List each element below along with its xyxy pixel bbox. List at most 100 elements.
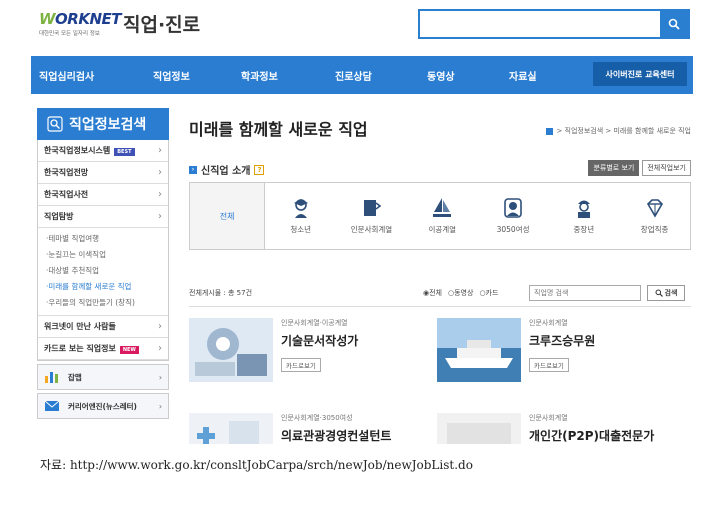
- tab-label: 창업직종: [640, 225, 669, 234]
- section-title: 신직업 소개: [201, 166, 251, 177]
- card-job-name[interactable]: 기술문서작성가: [281, 332, 358, 349]
- job-search-input[interactable]: 직업명 검색: [529, 285, 641, 301]
- category-tabs: 전체 청소년 인문사회계열 이공계열 3050여성 중장년 창업직종: [189, 182, 691, 250]
- card-view-button[interactable]: 카드로보기: [281, 358, 321, 372]
- nav-item-career-counsel[interactable]: 진로상담: [335, 68, 372, 83]
- woman-icon: [504, 198, 522, 218]
- arrow-right-icon: ›: [189, 165, 197, 174]
- all-jobs-button[interactable]: 전체직업보기: [642, 160, 691, 176]
- tab-label: 3050여성: [496, 225, 530, 234]
- tab-humanities[interactable]: 인문사회계열: [336, 183, 407, 249]
- sidebar-item-label: 한국직업정보시스템: [44, 146, 111, 155]
- sub-item-unique-jobs[interactable]: ·눈길끄는 이색직업: [46, 247, 162, 263]
- career-engine-link[interactable]: 커리어엔진(뉴스레터) ›: [37, 393, 169, 419]
- jobmap-link[interactable]: 잡맵 ›: [37, 364, 169, 390]
- card-job-name[interactable]: 개인간(P2P)대출전문가: [529, 427, 654, 444]
- sailboat-icon: [433, 198, 452, 217]
- nav-item-psych-test[interactable]: 직업심리검사: [39, 68, 94, 83]
- sidebar-sub-list: ·테마별 직업여행 ·눈길끄는 이색직업 ·대상별 추천직업 ·미래를 함께할 …: [38, 228, 168, 316]
- tab-label: 중장년: [573, 225, 595, 234]
- sidebar-item-card-job-info[interactable]: 카드로 보는 직업정보 NEW ›: [38, 338, 168, 360]
- sub-item-job-creation[interactable]: ·우리들의 직업만들기 (창직): [46, 295, 162, 311]
- logo-subtitle: 대한민국 모든 일자리 정보: [39, 31, 100, 37]
- job-search-button[interactable]: 검색: [647, 285, 685, 301]
- search-icon: [668, 18, 680, 30]
- radio-video[interactable]: ○동영상: [448, 288, 473, 298]
- book-icon: [364, 200, 382, 216]
- sidebar-item-label: 직업탐방: [44, 212, 74, 221]
- breadcrumb: > 직업정보검색 > 미래를 함께할 새로운 직업: [546, 126, 691, 136]
- sidebar-item-job-outlook[interactable]: 한국직업전망 ›: [38, 162, 168, 184]
- tab-startup[interactable]: 창업직종: [619, 183, 690, 249]
- sidebar-item-label: 한국직업전망: [44, 168, 89, 177]
- graduate-icon: [293, 199, 308, 218]
- breadcrumb-text: > 직업정보검색 > 미래를 함께할 새로운 직업: [556, 127, 691, 135]
- sidebar-item-people[interactable]: 워크넷이 만난 사람들 ›: [38, 316, 168, 338]
- chevron-right-icon: ›: [158, 401, 162, 411]
- sidebar-item-label: 워크넷이 만난 사람들: [44, 322, 116, 331]
- tab-label: 이공계열: [428, 225, 457, 234]
- tab-youth[interactable]: 청소년: [265, 183, 336, 249]
- job-card[interactable]: 인문사회계열·3050여성 의료관광경영컨설턴트: [189, 413, 429, 444]
- category-view-button[interactable]: 분류별로 보기: [588, 160, 640, 176]
- chevron-right-icon: ›: [158, 145, 162, 156]
- career-engine-label: 커리어엔진(뉴스레터): [68, 401, 137, 411]
- nav-item-major-info[interactable]: 학과정보: [241, 68, 278, 83]
- media-filter: ◉전체 ○동영상 ○카드: [423, 288, 498, 298]
- chevron-right-icon: ›: [158, 372, 162, 382]
- chevron-right-icon: ›: [158, 321, 162, 332]
- nav-item-archive[interactable]: 자료실: [509, 68, 537, 83]
- global-search-input[interactable]: [420, 11, 660, 37]
- page-title: 미래를 함께할 새로운 직업: [189, 120, 368, 139]
- main-nav: 직업심리검사 직업정보 학과정보 진로상담 동영상 자료실 사이버진로 교육센터: [31, 56, 693, 94]
- sub-item-theme-travel[interactable]: ·테마별 직업여행: [46, 231, 162, 247]
- nav-item-video[interactable]: 동영상: [427, 68, 455, 83]
- job-card[interactable]: 인문사회계열 개인간(P2P)대출전문가: [437, 413, 677, 444]
- radio-all[interactable]: ◉전체: [423, 288, 442, 298]
- chevron-right-icon: ›: [158, 189, 162, 200]
- sidebar-item-job-dictionary[interactable]: 한국직업사전 ›: [38, 184, 168, 206]
- card-view-button[interactable]: 카드로보기: [529, 358, 569, 372]
- sub-item-new-jobs[interactable]: ·미래를 함께할 새로운 직업: [46, 279, 162, 295]
- search-icon: [655, 289, 663, 297]
- nav-item-job-info[interactable]: 직업정보: [153, 68, 190, 83]
- search-button[interactable]: [660, 11, 688, 37]
- card-category: 인문사회계열·3050여성: [281, 414, 353, 422]
- chevron-down-icon: ›: [158, 211, 162, 222]
- card-job-name[interactable]: 의료관광경영컨설턴트: [281, 427, 391, 444]
- tab-label: 청소년: [290, 225, 312, 234]
- card-category: 인문사회계열·이공계열: [281, 319, 348, 327]
- tab-middle-aged[interactable]: 중장년: [548, 183, 619, 249]
- sidebar-item-job-explore[interactable]: 직업탐방 ›: [38, 206, 168, 228]
- job-card[interactable]: 인문사회계열·이공계열 기술문서작성가 카드로보기: [189, 318, 429, 388]
- sub-item-recommended[interactable]: ·대상별 추천직업: [46, 263, 162, 279]
- worknet-logo[interactable]: WORKNET 대한민국 모든 일자리 정보: [39, 10, 122, 37]
- home-icon[interactable]: [546, 127, 554, 135]
- sidebar-title: 직업정보검색: [69, 117, 147, 133]
- list-filter-bar: 전체게시물 : 총 57건 ◉전체 ○동영상 ○카드 직업명 검색 검색: [189, 284, 691, 302]
- tab-women-3050[interactable]: 3050여성: [478, 183, 549, 249]
- view-toggle: 분류별로 보기 전체직업보기: [588, 160, 691, 176]
- radio-card[interactable]: ○카드: [479, 288, 498, 298]
- chevron-right-icon: ›: [158, 167, 162, 178]
- help-icon[interactable]: ?: [254, 164, 265, 175]
- cyber-education-button[interactable]: 사이버진로 교육센터: [593, 62, 687, 86]
- new-badge: NEW: [119, 346, 139, 354]
- job-card[interactable]: 인문사회계열 크루즈승무원 카드로보기: [437, 318, 677, 388]
- best-badge: BEST: [114, 148, 135, 156]
- card-category: 인문사회계열: [529, 319, 568, 327]
- tab-science[interactable]: 이공계열: [407, 183, 478, 249]
- sidebar-item-korea-job-info[interactable]: 한국직업정보시스템 BEST ›: [38, 140, 168, 162]
- tab-label: 인문사회계열: [350, 225, 393, 234]
- card-thumbnail: [189, 318, 273, 382]
- browser-frame: WORKNET 대한민국 모든 일자리 정보 직업·진로 직업심리검사 직업정보…: [31, 0, 693, 444]
- newsletter-icon: [44, 400, 60, 411]
- card-job-name[interactable]: 크루즈승무원: [529, 332, 595, 349]
- sidebar-list: 한국직업정보시스템 BEST › 한국직업전망 › 한국직업사전 › 직업탐방 ›…: [37, 140, 169, 361]
- jobmap-label: 잡맵: [68, 372, 82, 382]
- site-title[interactable]: 직업·진로: [123, 10, 200, 37]
- tab-all[interactable]: 전체: [190, 183, 266, 249]
- global-search: [418, 9, 690, 39]
- source-caption: 자료: http://www.work.go.kr/consltJobCarpa…: [40, 458, 473, 472]
- card-category: 인문사회계열: [529, 414, 568, 422]
